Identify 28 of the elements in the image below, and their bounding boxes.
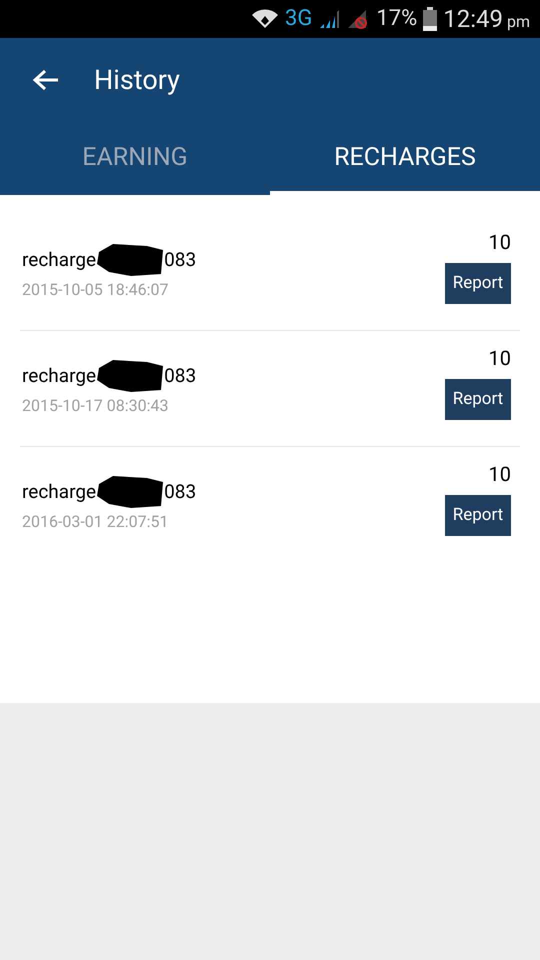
tab[interactable]: EARNING <box>0 122 270 195</box>
record-label: recharge <box>22 364 96 388</box>
report-button[interactable]: Report <box>445 495 511 536</box>
record-amount: 10 <box>488 345 511 372</box>
clock-time: 12:49 <box>443 7 503 31</box>
record-date: 2015-10-05 18:46:07 <box>22 279 170 301</box>
record-number-suffix: 083 <box>164 364 196 388</box>
redaction-mark <box>97 360 164 392</box>
record-date: 2015-10-17 08:30:43 <box>22 395 170 417</box>
battery-percentage: 17% <box>376 8 418 30</box>
screen-title: History <box>94 62 180 98</box>
record-amount: 10 <box>488 461 511 488</box>
wifi-icon <box>251 8 280 30</box>
back-arrow-icon[interactable] <box>32 68 60 92</box>
network-type: 3G <box>285 8 312 30</box>
report-button[interactable]: Report <box>445 263 511 304</box>
record-number-suffix: 083 <box>164 480 196 504</box>
clock-period: pm <box>506 14 530 30</box>
report-button[interactable]: Report <box>445 379 511 420</box>
record-amount: 10 <box>488 229 511 256</box>
record-date: 2016-03-01 22:07:51 <box>22 511 170 533</box>
record-number-suffix: 083 <box>164 248 196 272</box>
redaction-mark <box>97 244 164 276</box>
record-label: recharge <box>22 248 96 272</box>
battery-icon <box>423 7 438 31</box>
record-label: recharge <box>22 480 96 504</box>
signal-icon <box>318 8 340 30</box>
redaction-mark <box>97 476 164 508</box>
